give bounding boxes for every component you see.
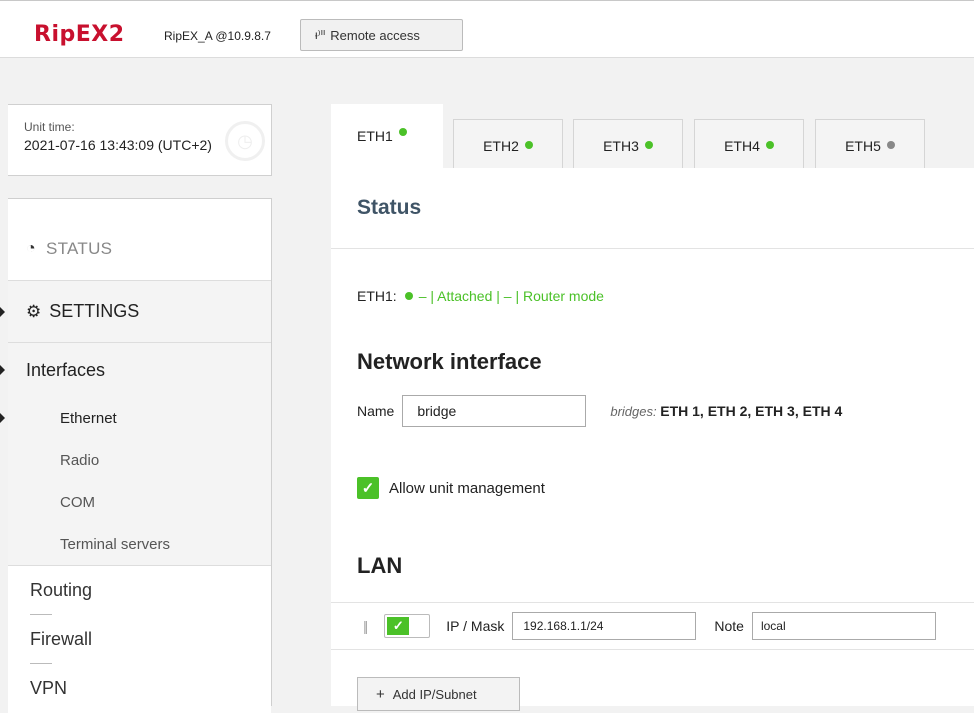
tab-label: ETH1 [357,128,393,144]
tab-label: ETH5 [845,137,881,154]
tab-eth3[interactable]: ETH3 [573,119,683,169]
sidebar-firewall-label: Firewall [30,629,93,649]
gauge-icon: ◔ [26,239,36,257]
allow-management-label: Allow unit management [389,479,545,497]
eth-status-value: – | Attached | – | Router mode [418,288,604,304]
plus-icon: + [376,685,385,703]
sidebar-routing-label: Routing [30,580,93,600]
sidebar-settings-label: SETTINGS [49,301,140,321]
tab-eth5[interactable]: ETH5 [815,119,925,169]
check-icon: ✓ [387,617,410,635]
eth-status-line: ETH1: – | Attached | – | Router mode [357,288,604,304]
unit-id: RipEX_A @10.9.8.7 [164,29,271,43]
eth-panel: Status ETH1: – | Attached | – | Router m… [331,168,974,711]
active-marker-icon [0,306,5,318]
status-dot-icon [765,140,774,149]
status-heading: Status [357,196,422,219]
clock-icon: ◷ [225,121,265,161]
divider [331,248,974,249]
sidebar-item-status[interactable]: ◔ STATUS [8,199,271,281]
tab-label: ETH2 [483,137,519,154]
status-dot-icon [524,140,533,149]
remote-access-label: Remote access [330,27,420,43]
tab-eth4[interactable]: ETH4 [694,119,804,169]
sidebar-status-label: STATUS [45,238,113,258]
bridges-info: bridges: ETH 1, ETH 2, ETH 3, ETH 4 [610,403,842,419]
tab-eth1[interactable]: ETH1 [331,104,443,168]
allow-management-checkbox[interactable]: ✓ [357,477,379,499]
main-content: ETH1 ETH2 ETH3 ETH4 ETH5 Status ETH1: – … [331,104,974,711]
sidebar-ethernet-label: Ethernet [60,409,117,427]
allow-management-row[interactable]: ✓ Allow unit management [357,477,545,499]
eth-status-label: ETH1: [357,288,397,304]
note-input[interactable]: local [751,612,936,640]
antenna-icon: ᵻ⁾ᐦ [315,28,326,42]
unit-time-box: Unit time: 2021-07-16 13:43:09 (UTC+2) ◷ [8,104,272,176]
sidebar-interfaces-label: Interfaces [26,359,106,380]
sidebar-com-label: COM [60,493,95,511]
ip-mask-input[interactable]: 192.168.1.1/24 [512,612,697,640]
add-ip-subnet-label: Add IP/Subnet [392,686,477,702]
active-marker-icon [0,364,5,376]
top-bar: RipEX2 RipEX_A @10.9.8.7 ᵻ⁾ᐦ Remote acce… [0,0,974,58]
status-dot-icon [404,292,413,300]
sidebar-item-settings[interactable]: ⚙ SETTINGS [0,281,271,343]
gears-icon: ⚙ [26,301,42,321]
sidebar-item-ethernet[interactable]: Ethernet [0,397,271,439]
ip-mask-label: IP / Mask [446,618,505,634]
active-marker-icon [0,412,5,424]
name-input[interactable]: bridge [402,395,587,427]
lan-row: || ✓ IP / Mask 192.168.1.1/24 Note local [331,602,974,650]
sidebar-item-radio[interactable]: Radio [8,439,271,481]
network-interface-heading: Network interface [357,349,542,374]
lan-enable-toggle[interactable]: ✓ [384,614,431,638]
note-label: Note [714,618,744,634]
drag-handle-icon[interactable]: || [363,618,368,634]
sidebar-item-interfaces[interactable]: Interfaces [0,343,271,397]
lan-heading: LAN [357,553,403,578]
sidebar-vpn-label: VPN [30,678,68,698]
name-label: Name [357,403,395,419]
bridges-label: bridges: [610,404,657,419]
tab-label: ETH3 [603,137,639,154]
tab-label: ETH4 [724,137,760,154]
sidebar-item-routing[interactable]: Routing [8,566,271,615]
status-dot-icon [644,140,653,149]
bridges-value: ETH 1, ETH 2, ETH 3, ETH 4 [660,403,843,419]
name-row: Name bridge bridges: ETH 1, ETH 2, ETH 3… [357,395,842,427]
sidebar-item-com[interactable]: COM [8,481,271,523]
tab-eth2[interactable]: ETH2 [453,119,563,169]
status-dot-icon [398,128,407,136]
sidebar-item-terminal-servers[interactable]: Terminal servers [8,523,271,565]
sidebar: ◔ STATUS ⚙ SETTINGS Interfaces Ethernet … [0,198,272,713]
remote-access-button[interactable]: ᵻ⁾ᐦ Remote access [300,19,463,51]
sidebar-item-firewall[interactable]: Firewall [8,615,271,664]
ripex-logo[interactable]: RipEX2 [34,22,125,47]
status-dot-icon [886,140,895,149]
sidebar-radio-label: Radio [60,451,100,469]
sidebar-terminal-servers-label: Terminal servers [60,535,171,553]
eth-tabs: ETH1 ETH2 ETH3 ETH4 ETH5 [331,104,974,169]
